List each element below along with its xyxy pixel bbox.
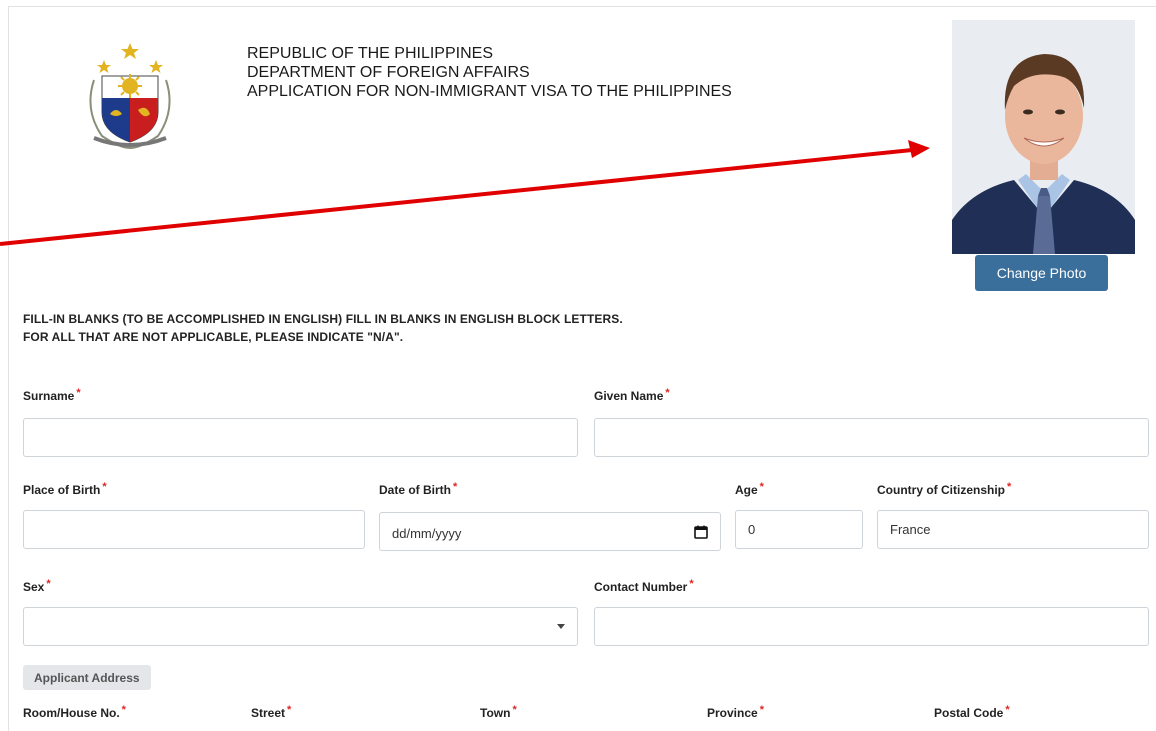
required-mark: * xyxy=(46,578,51,590)
contact-number-input[interactable] xyxy=(594,607,1149,646)
surname-input[interactable] xyxy=(23,418,578,457)
required-mark: * xyxy=(287,704,292,716)
age-input[interactable]: 0 xyxy=(735,510,863,549)
required-mark: * xyxy=(121,704,126,716)
change-photo-button[interactable]: Change Photo xyxy=(975,255,1108,291)
country-of-citizenship-label: Country of Citizenship * xyxy=(877,481,1012,497)
given-name-input[interactable] xyxy=(594,418,1149,457)
place-of-birth-input[interactable] xyxy=(23,510,365,549)
header-application-title: APPLICATION FOR NON-IMMIGRANT VISA TO TH… xyxy=(247,83,732,100)
required-mark: * xyxy=(689,578,694,590)
calendar-icon[interactable] xyxy=(694,525,708,539)
instructions-line-2: FOR ALL THAT ARE NOT APPLICABLE, PLEASE … xyxy=(23,330,404,344)
date-of-birth-input[interactable]: dd/mm/yyyy xyxy=(379,512,721,551)
required-mark: * xyxy=(1007,481,1012,493)
required-mark: * xyxy=(759,704,764,716)
age-label: Age * xyxy=(735,481,764,497)
date-of-birth-placeholder: dd/mm/yyyy xyxy=(392,526,462,541)
date-of-birth-label: Date of Birth * xyxy=(379,481,458,497)
applicant-photo xyxy=(952,20,1135,254)
required-mark: * xyxy=(76,387,81,399)
sex-label: Sex * xyxy=(23,578,51,594)
required-mark: * xyxy=(1005,704,1010,716)
sex-select[interactable] xyxy=(23,607,578,646)
header-title-block: REPUBLIC OF THE PHILIPPINES DEPARTMENT O… xyxy=(247,44,732,101)
form-instructions: FILL-IN BLANKS (TO BE ACCOMPLISHED IN EN… xyxy=(23,310,623,346)
instructions-line-1: FILL-IN BLANKS (TO BE ACCOMPLISHED IN EN… xyxy=(23,312,623,326)
dropdown-caret-icon xyxy=(557,624,565,629)
country-of-citizenship-input[interactable]: France xyxy=(877,510,1149,549)
required-mark: * xyxy=(665,387,670,399)
required-mark: * xyxy=(453,481,458,493)
required-mark: * xyxy=(512,704,517,716)
surname-label: Surname * xyxy=(23,387,81,403)
header-department: DEPARTMENT OF FOREIGN AFFAIRS xyxy=(247,64,530,81)
town-label: Town * xyxy=(480,704,517,720)
required-mark: * xyxy=(102,481,107,493)
required-mark: * xyxy=(759,481,764,493)
philippine-seal-logo xyxy=(89,43,171,150)
street-label: Street * xyxy=(251,704,292,720)
room-house-no-label: Room/House No. * xyxy=(23,704,126,720)
applicant-address-section-label: Applicant Address xyxy=(23,665,151,690)
given-name-label: Given Name * xyxy=(594,387,670,403)
contact-number-label: Contact Number * xyxy=(594,578,694,594)
header-republic: REPUBLIC OF THE PHILIPPINES xyxy=(247,45,493,62)
province-label: Province * xyxy=(707,704,764,720)
postal-code-label: Postal Code * xyxy=(934,704,1010,720)
place-of-birth-label: Place of Birth * xyxy=(23,481,107,497)
